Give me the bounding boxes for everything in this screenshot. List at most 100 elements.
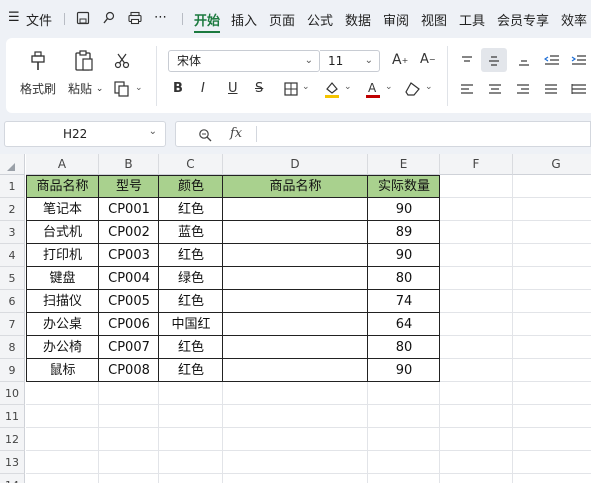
table-cell[interactable]: 红色 <box>159 359 223 382</box>
table-cell[interactable] <box>223 267 368 290</box>
column-header-C[interactable]: C <box>159 154 223 175</box>
table-cell[interactable] <box>223 290 368 313</box>
decrease-indent-icon[interactable] <box>544 54 560 66</box>
table-cell[interactable]: CP004 <box>99 267 159 290</box>
font-color-icon[interactable]: A <box>365 80 381 98</box>
tab-tools[interactable]: 工具 <box>459 10 485 29</box>
table-cell[interactable]: 89 <box>368 221 440 244</box>
row-header-8[interactable]: 8 <box>0 336 25 359</box>
row-header-14[interactable]: 14 <box>0 474 25 483</box>
table-cell[interactable]: 80 <box>368 267 440 290</box>
table-cell[interactable]: 办公椅 <box>26 336 99 359</box>
align-top-icon[interactable] <box>460 54 474 66</box>
row-header-11[interactable]: 11 <box>0 405 25 428</box>
format-painter-icon[interactable] <box>27 50 49 72</box>
formula-input[interactable]: fx <box>175 121 591 147</box>
table-cell[interactable]: 笔记本 <box>26 198 99 221</box>
column-header-E[interactable]: E <box>368 154 440 175</box>
table-cell[interactable]: 鼠标 <box>26 359 99 382</box>
increase-font-icon[interactable]: A + <box>392 52 408 68</box>
header-cell[interactable]: 商品名称 <box>26 175 99 198</box>
bold-icon[interactable]: B <box>173 81 183 96</box>
tab-start[interactable]: 开始 <box>194 10 220 29</box>
fx-icon[interactable]: fx <box>230 126 242 141</box>
zoom-search-icon[interactable] <box>198 128 212 142</box>
table-cell[interactable]: CP007 <box>99 336 159 359</box>
table-cell[interactable]: 90 <box>368 359 440 382</box>
table-cell[interactable]: CP008 <box>99 359 159 382</box>
table-cell[interactable] <box>223 359 368 382</box>
font-size-select[interactable]: 11 ⌄ <box>320 50 380 72</box>
format-painter-label[interactable]: 格式刷 <box>20 80 56 97</box>
font-color-chevron-icon[interactable]: ⌄ <box>385 82 393 92</box>
menu-hamburger-icon[interactable]: ☰ <box>8 10 20 25</box>
table-cell[interactable]: 键盘 <box>26 267 99 290</box>
table-cell[interactable]: CP001 <box>99 198 159 221</box>
table-cell[interactable]: 红色 <box>159 290 223 313</box>
align-left-icon[interactable] <box>460 83 474 95</box>
align-right-icon[interactable] <box>516 83 530 95</box>
decrease-font-icon[interactable]: A − <box>420 52 436 67</box>
spreadsheet-grid[interactable]: ABCDEFG1234567891011121314商品名称型号颜色商品名称实际… <box>0 154 591 483</box>
row-header-9[interactable]: 9 <box>0 359 25 382</box>
menu-file[interactable]: 文件 <box>26 10 52 29</box>
font-name-select[interactable]: 宋体 ⌄ <box>168 50 320 72</box>
justify-icon[interactable] <box>544 83 558 95</box>
table-cell[interactable]: 办公桌 <box>26 313 99 336</box>
row-header-10[interactable]: 10 <box>0 382 25 405</box>
print-icon[interactable] <box>128 11 142 25</box>
table-cell[interactable]: 80 <box>368 336 440 359</box>
more-icon[interactable]: ⋯ <box>154 10 167 25</box>
table-cell[interactable]: 74 <box>368 290 440 313</box>
table-cell[interactable]: 蓝色 <box>159 221 223 244</box>
select-all-corner[interactable] <box>0 154 25 175</box>
row-header-7[interactable]: 7 <box>0 313 25 336</box>
paste-icon[interactable] <box>73 49 95 73</box>
row-header-3[interactable]: 3 <box>0 221 25 244</box>
row-header-6[interactable]: 6 <box>0 290 25 313</box>
table-cell[interactable]: 红色 <box>159 244 223 267</box>
tab-efficiency[interactable]: 效率 <box>561 10 587 29</box>
distributed-align-icon[interactable] <box>571 83 587 95</box>
table-cell[interactable]: 红色 <box>159 336 223 359</box>
column-header-D[interactable]: D <box>223 154 368 175</box>
table-cell[interactable]: 90 <box>368 244 440 267</box>
fill-color-icon[interactable] <box>324 80 340 98</box>
copy-icon[interactable] <box>113 80 131 98</box>
tab-view[interactable]: 视图 <box>421 10 447 29</box>
name-box-chevron-icon[interactable]: ⌄ <box>149 126 157 137</box>
column-header-A[interactable]: A <box>26 154 99 175</box>
cut-icon[interactable] <box>113 52 131 70</box>
tab-formula[interactable]: 公式 <box>307 10 333 29</box>
copy-chevron-icon[interactable]: ⌄ <box>135 83 143 93</box>
table-cell[interactable]: CP006 <box>99 313 159 336</box>
increase-indent-icon[interactable] <box>571 54 587 66</box>
table-cell[interactable]: CP003 <box>99 244 159 267</box>
border-chevron-icon[interactable]: ⌄ <box>302 82 310 92</box>
row-header-4[interactable]: 4 <box>0 244 25 267</box>
table-cell[interactable]: CP002 <box>99 221 159 244</box>
format-search-icon[interactable] <box>102 11 116 25</box>
italic-icon[interactable]: I <box>201 81 205 96</box>
row-header-1[interactable]: 1 <box>0 175 25 198</box>
table-cell[interactable] <box>223 336 368 359</box>
row-header-13[interactable]: 13 <box>0 451 25 474</box>
header-cell[interactable]: 型号 <box>99 175 159 198</box>
border-icon[interactable] <box>284 82 298 96</box>
table-cell[interactable]: 绿色 <box>159 267 223 290</box>
table-cell[interactable]: CP005 <box>99 290 159 313</box>
column-header-G[interactable]: G <box>513 154 591 175</box>
name-box[interactable]: H22 ⌄ <box>4 121 166 147</box>
table-cell[interactable] <box>223 221 368 244</box>
row-header-12[interactable]: 12 <box>0 428 25 451</box>
align-bottom-icon[interactable] <box>517 55 531 67</box>
row-header-5[interactable]: 5 <box>0 267 25 290</box>
table-cell[interactable]: 中国红 <box>159 313 223 336</box>
table-cell[interactable]: 64 <box>368 313 440 336</box>
table-cell[interactable] <box>223 198 368 221</box>
table-cell[interactable]: 台式机 <box>26 221 99 244</box>
column-header-B[interactable]: B <box>99 154 159 175</box>
clear-format-icon[interactable] <box>405 82 421 96</box>
tab-page[interactable]: 页面 <box>269 10 295 29</box>
paste-label[interactable]: 粘贴 ⌄ <box>68 80 103 97</box>
